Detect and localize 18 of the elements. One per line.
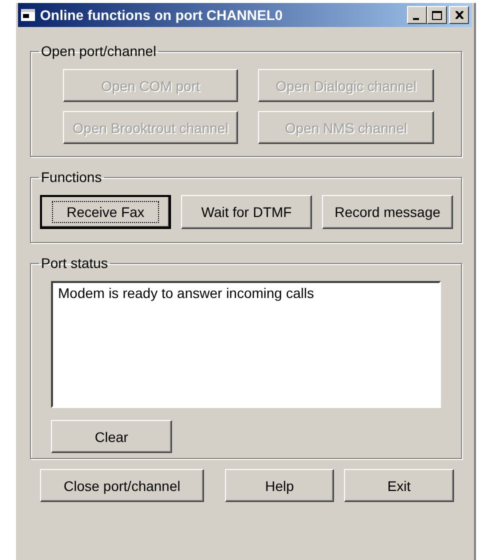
function-button[interactable]: Wait for DTMF <box>181 195 312 229</box>
status-text-area[interactable]: Modem is ready to answer incoming calls <box>51 281 441 408</box>
maximize-button[interactable] <box>427 6 447 24</box>
group-label: Open port/channel <box>40 43 158 59</box>
dialog-button[interactable]: Help <box>225 469 334 502</box>
function-button[interactable]: Receive Fax <box>40 195 171 229</box>
close-icon <box>454 11 464 19</box>
group-label: Port status <box>40 255 109 271</box>
function-button[interactable]: Record message <box>322 195 453 229</box>
clear-button[interactable]: Clear <box>51 420 172 453</box>
group-label: Functions <box>40 169 103 185</box>
window-title: Online functions on port CHANNEL0 <box>40 7 283 23</box>
dialog-button[interactable]: Exit <box>344 469 454 502</box>
dialog-button[interactable]: Close port/channel <box>40 469 204 502</box>
minimize-button[interactable] <box>407 6 427 24</box>
maximize-icon <box>432 11 442 20</box>
window-icon <box>21 9 35 21</box>
close-button[interactable] <box>449 6 469 24</box>
